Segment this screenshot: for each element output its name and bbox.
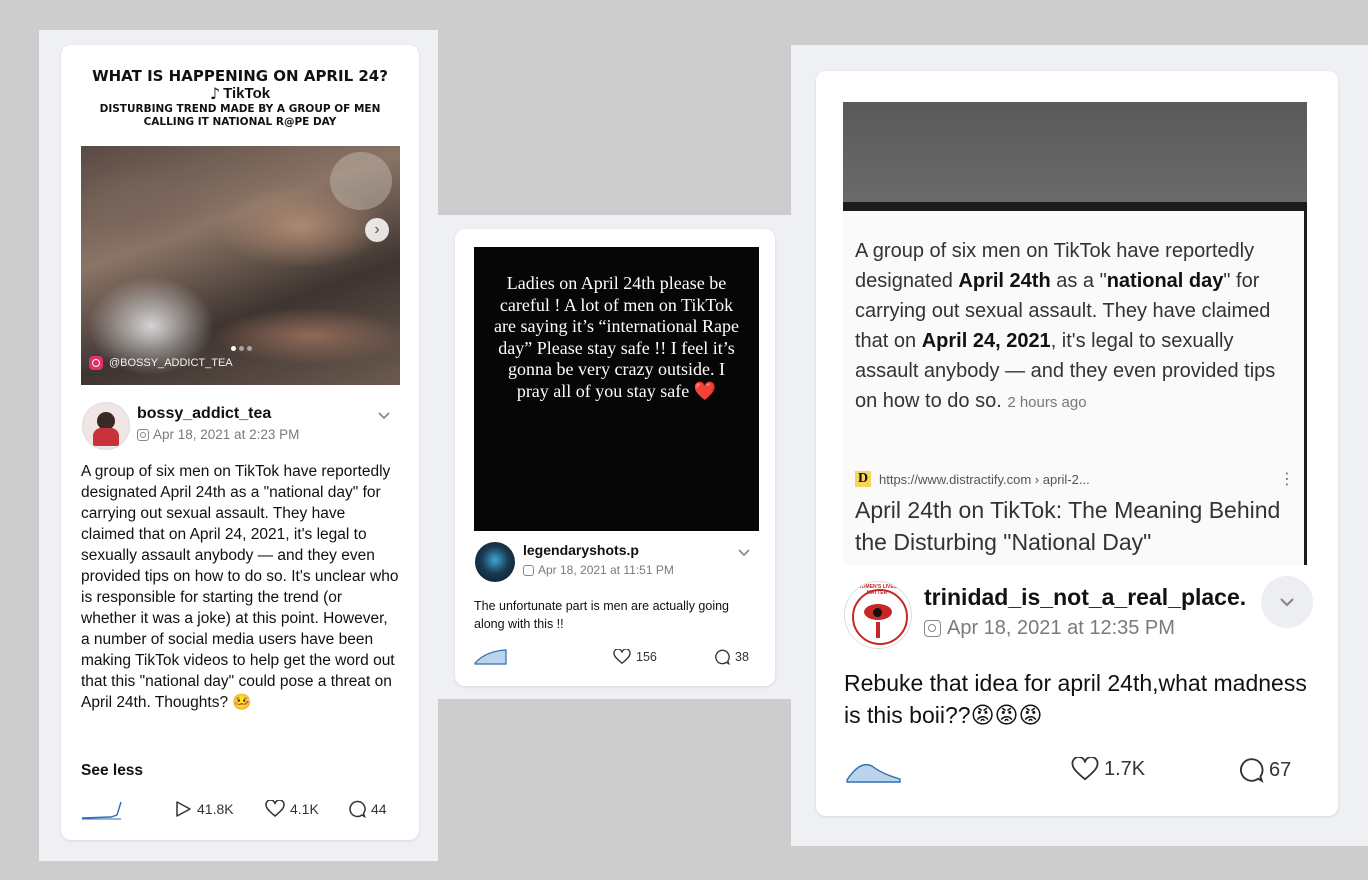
post-photo[interactable]: › @BOSSY_ADDICT_TEA — [81, 146, 400, 385]
post-author: legendaryshots.p Apr 18, 2021 at 11:51 P… — [523, 542, 674, 577]
post-caption: The unfortunate part is men are actually… — [474, 599, 730, 631]
article-time: 2 hours ago — [1007, 394, 1087, 411]
comment-icon — [715, 649, 730, 665]
username[interactable]: bossy_addict_tea — [137, 405, 299, 423]
sparkline-icon[interactable] — [81, 800, 123, 825]
tiktok-icon: ♪ — [209, 84, 221, 103]
play-icon — [176, 801, 191, 817]
avatar[interactable]: WOMEN'S LIVES MATTER — [844, 581, 912, 649]
sparkline-icon[interactable] — [846, 756, 902, 789]
site-favicon: D — [855, 471, 871, 487]
username[interactable]: legendaryshots.p — [523, 542, 674, 558]
more-options-icon[interactable]: ⋮ — [1279, 469, 1295, 489]
article-snippet: A group of six men on TikTok have report… — [855, 240, 1276, 412]
comment-icon — [349, 800, 366, 818]
article-title[interactable]: April 24th on TikTok: The Meaning Behind… — [855, 494, 1295, 558]
next-arrow-icon[interactable]: › — [365, 218, 389, 242]
chevron-down-icon[interactable] — [376, 407, 392, 428]
post-image-subhead-1: DISTURBING TREND MADE BY A GROUP OF MEN — [99, 103, 381, 115]
photo-stamp-logo — [330, 152, 392, 210]
avatar-badge-text: WOMEN'S LIVES MATTER — [856, 584, 898, 596]
tiktok-wordmark: TikTok — [223, 85, 271, 102]
heart-icon — [265, 800, 285, 817]
post-caption: A group of six men on TikTok have report… — [81, 463, 399, 711]
heart-icon — [613, 649, 631, 665]
story-image[interactable]: Ladies on April 24th please be careful !… — [474, 247, 759, 531]
heart-icon — [1071, 757, 1099, 781]
comments-count[interactable]: 38 — [714, 649, 749, 665]
instagram-icon — [523, 564, 534, 576]
source-row: D https://www.distractify.com › april-2.… — [855, 469, 1295, 489]
post-author: trinidad_is_not_a_real_place. Apr 18, 20… — [924, 584, 1246, 640]
post-image-header: WHAT IS HAPPENING ON APRIL 24? ♪ TikTok … — [81, 67, 399, 129]
see-less-link[interactable]: See less — [81, 762, 143, 780]
post-card-3: A group of six men on TikTok have report… — [816, 71, 1338, 816]
chevron-down-icon[interactable] — [737, 545, 751, 564]
likes-count[interactable]: 156 — [613, 649, 657, 665]
screenshot-divider — [843, 202, 1307, 211]
instagram-icon — [89, 356, 103, 370]
comment-icon — [1239, 758, 1264, 783]
chevron-down-icon[interactable] — [1261, 576, 1313, 628]
article-screenshot[interactable]: A group of six men on TikTok have report… — [843, 102, 1307, 565]
likes-count[interactable]: 1.7K — [1071, 757, 1145, 782]
post-card-2: Ladies on April 24th please be careful !… — [455, 229, 775, 686]
source-url[interactable]: https://www.distractify.com › april-2... — [879, 472, 1090, 487]
post-author: bossy_addict_tea Apr 18, 2021 at 2:23 PM — [137, 405, 299, 442]
avatar[interactable] — [82, 402, 130, 450]
post-date: Apr 18, 2021 at 2:23 PM — [137, 427, 299, 442]
instagram-icon — [137, 428, 149, 441]
likes-count[interactable]: 4.1K — [265, 800, 319, 818]
photo-watermark: @BOSSY_ADDICT_TEA — [89, 356, 233, 370]
post-card-1: WHAT IS HAPPENING ON APRIL 24? ♪ TikTok … — [61, 45, 419, 840]
post-date: Apr 18, 2021 at 12:35 PM — [924, 617, 1246, 640]
carousel-dots — [231, 346, 252, 351]
post-image-headline: WHAT IS HAPPENING ON APRIL 24? — [92, 67, 388, 85]
screenshot-right-border — [1304, 202, 1307, 565]
instagram-icon — [924, 620, 941, 637]
comments-count[interactable]: 67 — [1238, 757, 1291, 783]
post-image-subhead-2: CALLING IT NATIONAL R@PE DAY — [143, 116, 337, 128]
plays-count: 41.8K — [174, 800, 234, 818]
post-caption: Rebuke that idea for april 24th,what mad… — [844, 670, 1307, 728]
post-date: Apr 18, 2021 at 11:51 PM — [523, 563, 674, 577]
tiktok-logo: ♪ TikTok — [81, 85, 399, 103]
comments-count[interactable]: 44 — [348, 800, 387, 818]
screenshot-dark-band — [843, 102, 1307, 202]
sparkline-icon[interactable] — [474, 647, 508, 670]
avatar[interactable] — [475, 542, 515, 582]
username[interactable]: trinidad_is_not_a_real_place. — [924, 584, 1246, 611]
story-text: Ladies on April 24th please be careful !… — [494, 273, 739, 401]
